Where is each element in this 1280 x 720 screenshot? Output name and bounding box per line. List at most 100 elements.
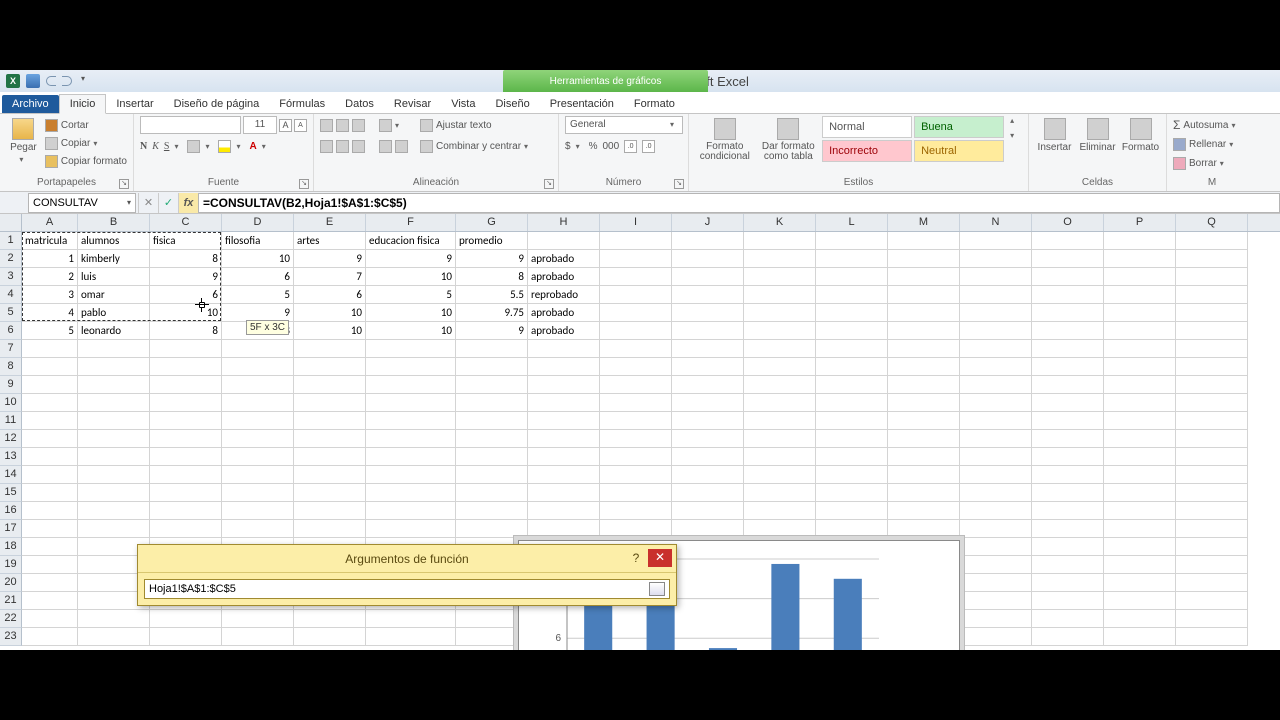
- cell[interactable]: 9.75: [456, 304, 528, 322]
- cell[interactable]: [294, 412, 366, 430]
- cell[interactable]: [456, 520, 528, 538]
- cell[interactable]: [222, 358, 294, 376]
- accept-formula-icon[interactable]: ✓: [158, 193, 178, 213]
- cell[interactable]: [294, 484, 366, 502]
- cell[interactable]: [22, 430, 78, 448]
- alignment-launcher-icon[interactable]: ↘: [544, 179, 554, 189]
- cell[interactable]: [150, 412, 222, 430]
- cell[interactable]: [600, 430, 672, 448]
- cell[interactable]: [150, 610, 222, 628]
- cell[interactable]: [1104, 466, 1176, 484]
- cell[interactable]: [528, 430, 600, 448]
- cell[interactable]: [960, 628, 1032, 646]
- delete-cells-button[interactable]: Eliminar: [1079, 116, 1117, 155]
- number-launcher-icon[interactable]: ↘: [674, 179, 684, 189]
- cell[interactable]: [22, 502, 78, 520]
- cell[interactable]: [600, 520, 672, 538]
- cell[interactable]: [22, 574, 78, 592]
- col-header[interactable]: I: [600, 214, 672, 231]
- cell[interactable]: [1032, 232, 1104, 250]
- cell[interactable]: [222, 412, 294, 430]
- cell[interactable]: [528, 358, 600, 376]
- row-header[interactable]: 23: [0, 628, 22, 646]
- grow-font-icon[interactable]: A: [279, 119, 292, 132]
- cell[interactable]: [222, 430, 294, 448]
- cell[interactable]: omar: [78, 286, 150, 304]
- cell[interactable]: [1032, 538, 1104, 556]
- format-as-table-button[interactable]: Dar formato como tabla: [759, 116, 819, 164]
- cell[interactable]: [222, 628, 294, 646]
- cell[interactable]: [1104, 520, 1176, 538]
- cell[interactable]: [1032, 610, 1104, 628]
- conditional-format-button[interactable]: Formato condicional: [695, 116, 755, 164]
- wrap-text-button[interactable]: Ajustar texto: [420, 116, 532, 134]
- cell[interactable]: reprobado: [528, 286, 600, 304]
- cell[interactable]: [960, 520, 1032, 538]
- cell[interactable]: [816, 232, 888, 250]
- cell[interactable]: [1176, 502, 1248, 520]
- cell[interactable]: [1104, 538, 1176, 556]
- cell[interactable]: [528, 376, 600, 394]
- cell[interactable]: [1176, 268, 1248, 286]
- cell[interactable]: [456, 394, 528, 412]
- cell[interactable]: alumnos: [78, 232, 150, 250]
- cell[interactable]: [672, 268, 744, 286]
- cell[interactable]: [222, 466, 294, 484]
- col-header[interactable]: O: [1032, 214, 1104, 231]
- cell[interactable]: pablo: [78, 304, 150, 322]
- cell[interactable]: [528, 340, 600, 358]
- cell[interactable]: 8: [150, 322, 222, 340]
- cell[interactable]: [456, 358, 528, 376]
- cell[interactable]: [1104, 376, 1176, 394]
- cell[interactable]: [888, 376, 960, 394]
- cell[interactable]: [528, 412, 600, 430]
- row-header[interactable]: 22: [0, 610, 22, 628]
- cell[interactable]: [888, 304, 960, 322]
- col-header[interactable]: H: [528, 214, 600, 231]
- cell[interactable]: [22, 340, 78, 358]
- cell[interactable]: [22, 412, 78, 430]
- cell[interactable]: [744, 250, 816, 268]
- cell[interactable]: [78, 412, 150, 430]
- style-bad[interactable]: Incorrecto: [822, 140, 912, 162]
- cell[interactable]: [744, 484, 816, 502]
- shrink-font-icon[interactable]: A: [294, 119, 307, 132]
- cell[interactable]: [22, 628, 78, 646]
- cell[interactable]: [600, 358, 672, 376]
- col-header[interactable]: C: [150, 214, 222, 231]
- cell[interactable]: [222, 610, 294, 628]
- cell[interactable]: [672, 484, 744, 502]
- cell[interactable]: [150, 376, 222, 394]
- cell[interactable]: [1032, 376, 1104, 394]
- align-left-icon[interactable]: [320, 140, 333, 153]
- cell[interactable]: [294, 610, 366, 628]
- cell[interactable]: [1176, 538, 1248, 556]
- cell[interactable]: [366, 448, 456, 466]
- cell[interactable]: [22, 394, 78, 412]
- cell[interactable]: [600, 376, 672, 394]
- col-header[interactable]: G: [456, 214, 528, 231]
- cell[interactable]: [22, 520, 78, 538]
- cell[interactable]: [1176, 412, 1248, 430]
- cell[interactable]: [366, 358, 456, 376]
- cell[interactable]: [150, 466, 222, 484]
- align-middle-icon[interactable]: [336, 119, 349, 132]
- cell[interactable]: [888, 430, 960, 448]
- cell[interactable]: [816, 250, 888, 268]
- cell[interactable]: [816, 466, 888, 484]
- cell[interactable]: [294, 448, 366, 466]
- col-header[interactable]: A: [22, 214, 78, 231]
- tab-data[interactable]: Datos: [335, 95, 384, 113]
- row-header[interactable]: 5: [0, 304, 22, 322]
- cell[interactable]: [294, 466, 366, 484]
- cell[interactable]: [294, 628, 366, 646]
- cell[interactable]: [366, 430, 456, 448]
- cell[interactable]: [222, 394, 294, 412]
- cell[interactable]: [1032, 358, 1104, 376]
- cell[interactable]: [456, 448, 528, 466]
- tab-insert[interactable]: Insertar: [106, 95, 163, 113]
- cell[interactable]: [744, 304, 816, 322]
- increase-indent-icon[interactable]: [395, 140, 408, 153]
- cell[interactable]: [150, 394, 222, 412]
- cell[interactable]: [150, 358, 222, 376]
